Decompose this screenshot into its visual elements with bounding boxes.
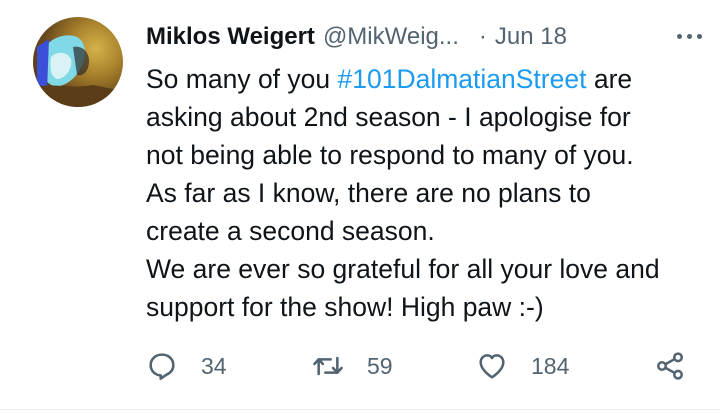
- avatar-image: [33, 35, 123, 107]
- share-button[interactable]: [654, 346, 686, 386]
- reply-icon: [149, 353, 175, 380]
- author-handle[interactable]: @MikWeig...: [323, 23, 459, 51]
- tweet-text-line: So many of you #101DalmatianStreet are: [146, 60, 706, 98]
- retweet-count: 59: [367, 352, 393, 379]
- more-dot-icon: [676, 33, 682, 39]
- more-options-button[interactable]: [674, 28, 704, 44]
- tweet-text: So many of you #101DalmatianStreet are a…: [146, 60, 706, 326]
- retweet-icon: [313, 356, 343, 376]
- like-icon: [479, 354, 505, 379]
- tweet-text-line: create a second season.: [146, 216, 435, 246]
- tweet-actions: 34 59 184: [146, 346, 696, 386]
- like-count: 184: [531, 352, 570, 379]
- reply-button[interactable]: 34: [146, 346, 227, 386]
- tweet-text-line: We are ever so grateful for all your lov…: [146, 254, 660, 284]
- more-dot-icon: [696, 33, 702, 39]
- share-icon: [657, 352, 683, 380]
- retweet-button[interactable]: 59: [312, 346, 393, 386]
- text-segment: are: [586, 64, 633, 94]
- hashtag-link[interactable]: #101DalmatianStreet: [338, 64, 587, 94]
- tweet-date[interactable]: Jun 18: [495, 23, 567, 51]
- tweet-text-line: support for the show! High paw :-): [146, 292, 544, 322]
- like-button[interactable]: 184: [476, 346, 569, 386]
- author-name[interactable]: Miklos Weigert: [146, 23, 315, 51]
- tweet-header: Miklos Weigert @MikWeig... · Jun 18: [146, 20, 696, 54]
- separator-dot: ·: [478, 23, 487, 50]
- tweet-text-line: not being able to respond to many of you…: [146, 140, 634, 170]
- tweet-text-line: asking about 2nd season - I apologise fo…: [146, 102, 631, 132]
- more-dot-icon: [686, 33, 692, 39]
- divider: [0, 409, 720, 410]
- reply-count: 34: [201, 352, 227, 379]
- avatar[interactable]: [33, 17, 123, 107]
- tweet-card[interactable]: Miklos Weigert @MikWeig... · Jun 18 So m…: [0, 0, 720, 413]
- tweet-text-line: As far as I know, there are no plans to: [146, 178, 591, 208]
- text-segment: So many of you: [146, 64, 338, 94]
